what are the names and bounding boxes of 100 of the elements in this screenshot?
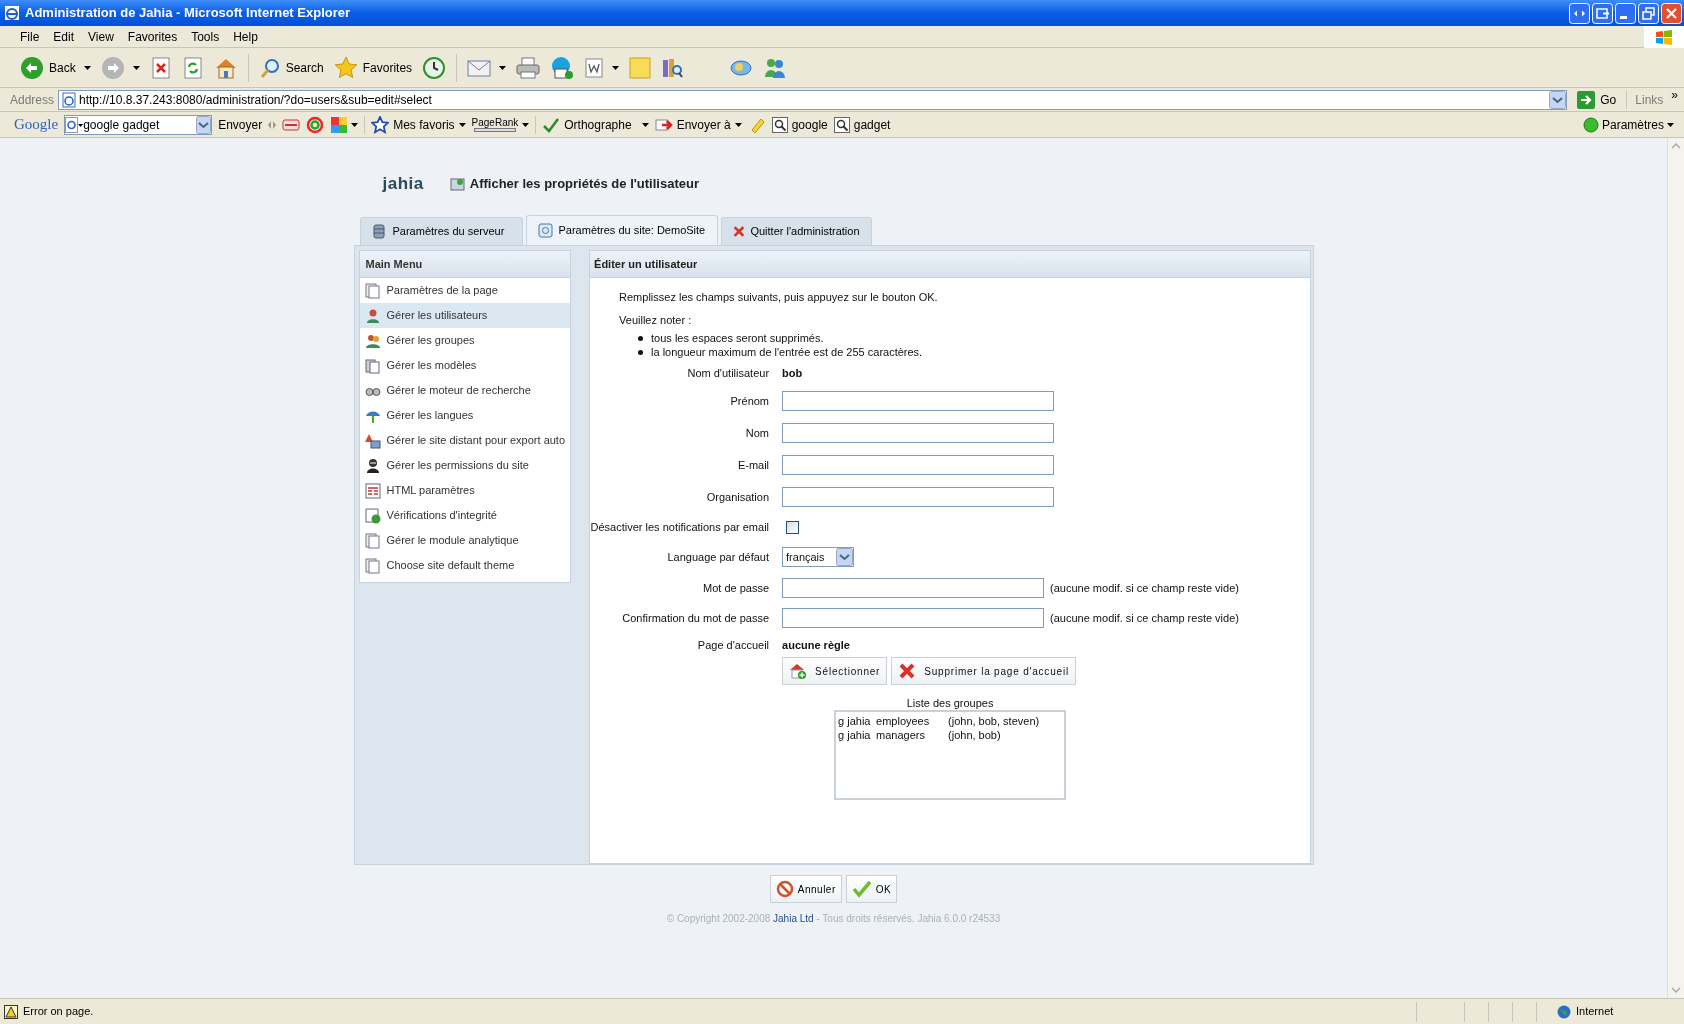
- arrow-right-icon: [654, 116, 673, 133]
- minimize-icon[interactable]: [1615, 2, 1636, 24]
- language-select[interactable]: français: [782, 547, 855, 567]
- group-list[interactable]: g jahia employees (john, bob, steven) g jahia managers (john, bob): [834, 710, 1067, 800]
- restore-icon[interactable]: [1638, 2, 1659, 24]
- caret-icon: [1667, 122, 1674, 127]
- people-icon: [763, 56, 788, 79]
- send-to-button[interactable]: Envoyer à: [654, 115, 742, 134]
- pages-icon: [364, 282, 381, 299]
- company-link[interactable]: Jahia Ltd: [773, 913, 814, 924]
- input-field[interactable]: [782, 455, 1055, 475]
- spellcheck-button[interactable]: Orthographe: [542, 115, 649, 134]
- dropdown-icon[interactable]: [1549, 90, 1567, 109]
- bullet-text: tous les espaces seront supprimés.: [651, 330, 824, 346]
- input-field[interactable]: [782, 391, 1055, 411]
- hint-text: (aucune modif. si ce champ reste vide): [1050, 610, 1239, 626]
- pages-icon: [364, 532, 381, 549]
- prohibited-icon: [775, 880, 794, 898]
- pagerank-button[interactable]: PageRank: [471, 117, 530, 132]
- scrollbar[interactable]: [1667, 138, 1684, 998]
- star-outline-icon: [371, 115, 390, 134]
- window-icon[interactable]: [1592, 2, 1613, 24]
- popup-blocker-icon[interactable]: [282, 116, 301, 133]
- person-icon: [364, 457, 381, 474]
- books-icon: [661, 56, 684, 79]
- address-field[interactable]: http://10.8.37.243:8080/administration/?do=users&sub=edit#select: [58, 89, 1568, 110]
- printer-icon: [516, 56, 541, 79]
- input-field[interactable]: [782, 487, 1055, 507]
- phone-bubble-icon: [550, 55, 575, 80]
- list-item[interactable]: g jahia managers (john, bob): [838, 728, 1063, 742]
- status-message: Error on page.: [23, 1004, 95, 1020]
- group-icon: [364, 332, 381, 349]
- refresh-icon: [181, 56, 204, 79]
- menu-item[interactable]: Tools: [185, 27, 226, 46]
- copyright-text: © Copyright 2002-2008 Jahia Ltd - Tous droits réservés. Jahia 6.0.0 r24533: [665, 912, 1002, 926]
- bullet-icon: [638, 335, 644, 341]
- search-button[interactable]: google: [771, 115, 828, 134]
- swirl-icon[interactable]: [306, 115, 325, 134]
- puzzle-button[interactable]: [330, 115, 359, 134]
- menu-item[interactable]: File: [14, 27, 46, 46]
- send-button[interactable]: Envoyer: [218, 115, 263, 134]
- caret-icon: [83, 65, 91, 70]
- field-label: Page d'accueil: [696, 637, 770, 653]
- field-label: Mot de passe: [702, 580, 770, 596]
- field-label: Prénom: [729, 393, 770, 409]
- caret-icon: [132, 65, 140, 70]
- field-value: aucune règle: [782, 637, 850, 653]
- zone-label: Internet: [1576, 1004, 1614, 1020]
- star-icon: [333, 55, 358, 80]
- favorites-button[interactable]: Favorites: [331, 51, 415, 84]
- bullet-icon: [638, 349, 644, 355]
- dropdown-icon[interactable]: [196, 115, 212, 134]
- tab[interactable]: Paramètres du serveur: [359, 217, 523, 245]
- back-button[interactable]: Back: [18, 51, 93, 84]
- cancel-button[interactable]: Annuler: [769, 875, 842, 903]
- form-icon: [364, 482, 381, 499]
- tab[interactable]: Paramètres du site: DemoSite: [525, 215, 718, 245]
- field-label: Organisation: [705, 489, 770, 505]
- cross-icon: [898, 662, 917, 680]
- caret-icon: [458, 122, 466, 127]
- globe-icon: [1557, 1004, 1571, 1019]
- menu-item[interactable]: Edit: [47, 27, 81, 46]
- chevron-button[interactable]: »: [1671, 88, 1684, 102]
- check-mark-icon: [851, 880, 872, 898]
- links-button[interactable]: Links: [1631, 90, 1668, 109]
- caret-icon: [499, 65, 507, 70]
- window-icon: [537, 223, 553, 238]
- field-value: bob: [782, 365, 803, 381]
- input-field[interactable]: [782, 608, 1045, 628]
- menu-item[interactable]: View: [82, 27, 120, 46]
- caret-icon: [351, 122, 359, 127]
- note-icon: [629, 56, 652, 79]
- menu-item[interactable]: Help: [227, 27, 264, 46]
- google-logo: Google: [14, 115, 59, 135]
- input-field[interactable]: [782, 423, 1055, 443]
- address-label: Address: [10, 91, 55, 109]
- cross-icon: [732, 224, 745, 239]
- resize-icon[interactable]: [1569, 2, 1590, 24]
- search-button[interactable]: Search: [256, 51, 326, 84]
- delete-homepage-button[interactable]: Supprimer la page d'accueil: [891, 657, 1076, 685]
- tab[interactable]: Quitter l'administration: [720, 217, 872, 245]
- bookmarks-button[interactable]: Mes favoris: [371, 115, 466, 134]
- close-icon[interactable]: [1661, 2, 1682, 24]
- caret-icon: [612, 65, 620, 70]
- search-button[interactable]: gadget: [833, 115, 891, 134]
- menu-item[interactable]: Gérer les utilisateurs: [359, 303, 571, 328]
- settings-button[interactable]: Paramètres: [1582, 115, 1684, 134]
- hint-text: (aucune modif. si ce champ reste vide): [1050, 580, 1239, 596]
- user-card-icon: [449, 176, 466, 192]
- checkbox[interactable]: [786, 520, 800, 534]
- menu-item[interactable]: Favorites: [121, 27, 184, 46]
- field-label: Nom d'utilisateur: [686, 365, 770, 381]
- ok-button[interactable]: OK: [845, 875, 898, 903]
- search-icon: [258, 56, 281, 79]
- google-search-field[interactable]: google gadget: [64, 114, 213, 135]
- database-icon: [371, 224, 387, 239]
- input-field[interactable]: [782, 578, 1045, 598]
- list-item[interactable]: g jahia employees (john, bob, steven): [838, 714, 1063, 728]
- go-button[interactable]: Go: [1571, 90, 1623, 109]
- select-button[interactable]: Sélectionner: [782, 657, 888, 685]
